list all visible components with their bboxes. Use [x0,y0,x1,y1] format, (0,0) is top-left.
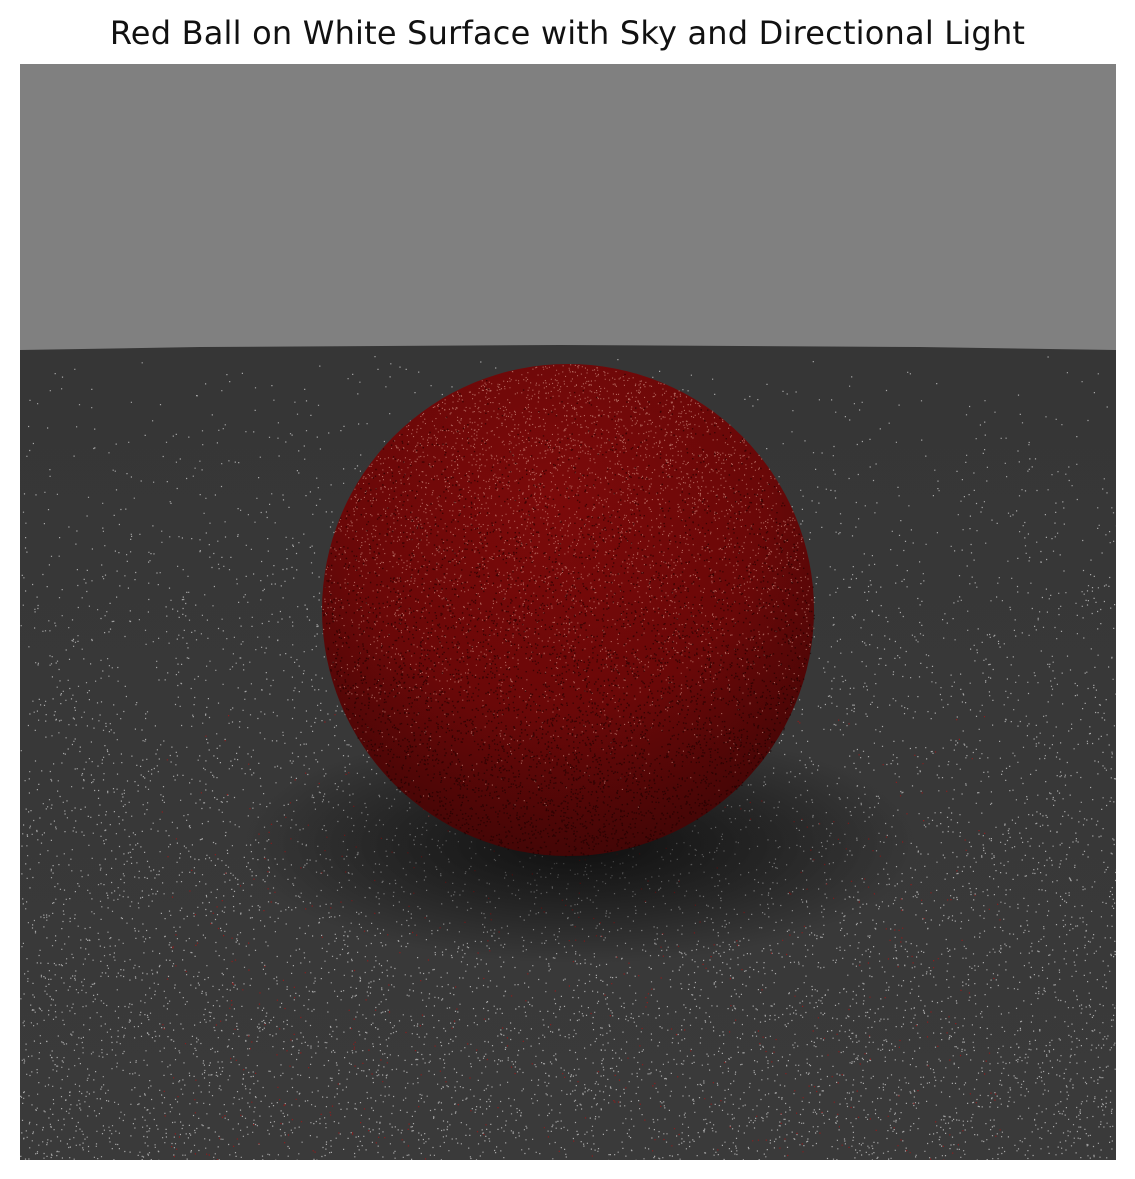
figure-title: Red Ball on White Surface with Sky and D… [109,14,1026,52]
sky [20,64,1116,352]
rendered-scene [20,64,1116,1160]
